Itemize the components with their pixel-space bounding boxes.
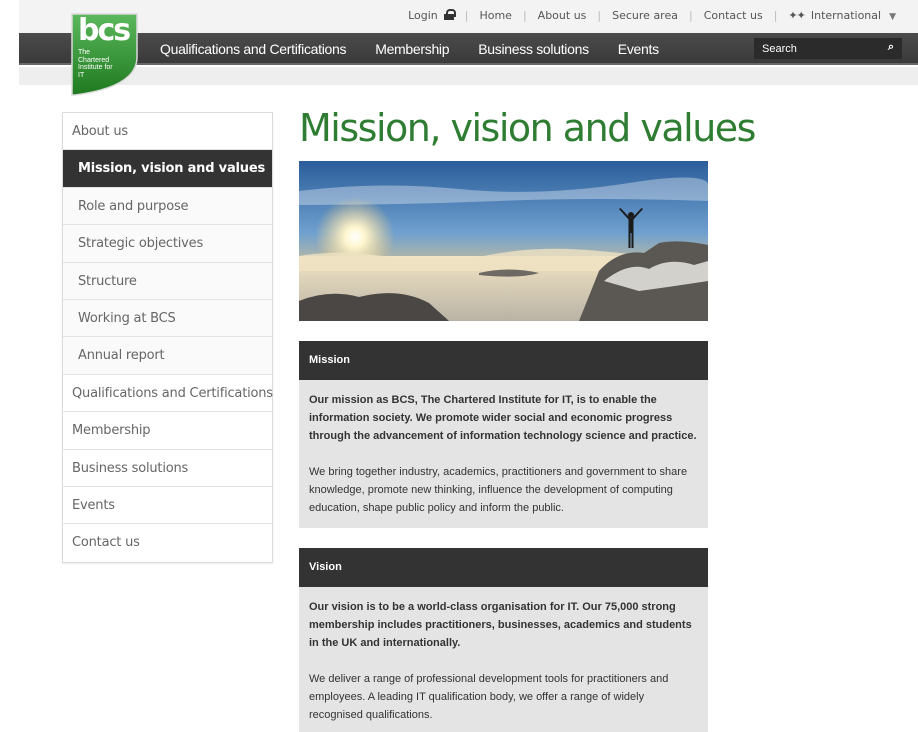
contact-us-link[interactable]: Contact us	[704, 9, 763, 22]
vision-body: Our vision is to be a world-class organi…	[299, 587, 708, 732]
utility-bar: Login | Home | About us | Secure area | …	[19, 0, 918, 33]
search-icon[interactable]: ⌕	[888, 41, 894, 54]
logo-subtitle: The Chartered Institute for IT	[78, 49, 113, 79]
about-us-link[interactable]: About us	[538, 9, 587, 22]
sidebar-item-annual-report[interactable]: Annual report	[63, 337, 272, 375]
bcs-logo[interactable]: bcs The Chartered Institute for IT	[71, 13, 138, 96]
nav-item-membership[interactable]: Membership	[375, 41, 449, 57]
mission-panel: Mission Our mission as BCS, The Chartere…	[299, 341, 708, 528]
main-navigation: Qualifications and Certifications Member…	[19, 33, 918, 65]
sidebar-item-events[interactable]: Events	[63, 487, 272, 525]
nav-items: Qualifications and Certifications Member…	[160, 41, 688, 57]
hero-image	[299, 161, 708, 321]
mission-lead-text: Our mission as BCS, The Chartered Instit…	[309, 394, 697, 442]
nav-item-business-solutions[interactable]: Business solutions	[478, 41, 589, 57]
separator: |	[688, 9, 693, 22]
nav-item-qualifications[interactable]: Qualifications and Certifications	[160, 41, 347, 57]
search-input[interactable]	[754, 38, 874, 59]
sub-bar	[19, 67, 918, 85]
login-link[interactable]: Login	[408, 9, 456, 22]
home-link[interactable]: Home	[479, 9, 511, 22]
separator: |	[773, 9, 778, 22]
sidebar-item-role-and-purpose[interactable]: Role and purpose	[63, 187, 272, 226]
international-label: International	[810, 9, 882, 22]
world-map-icon: ✦✦	[788, 9, 805, 22]
page-title: Mission, vision and values	[299, 106, 756, 150]
vision-panel: Vision Our vision is to be a world-class…	[299, 548, 708, 732]
sidebar-item-working-at-bcs[interactable]: Working at BCS	[63, 299, 272, 338]
utility-links: Login | Home | About us | Secure area | …	[408, 9, 896, 22]
sidebar-item-strategic-objectives[interactable]: Strategic objectives	[63, 225, 272, 263]
separator: |	[522, 9, 527, 22]
vision-heading: Vision	[299, 548, 708, 587]
sidebar-nav: About us Mission, vision and values Role…	[62, 112, 273, 563]
secure-area-link[interactable]: Secure area	[612, 9, 678, 22]
separator: |	[597, 9, 602, 22]
sidebar-item-membership[interactable]: Membership	[63, 412, 272, 450]
sidebar-item-structure[interactable]: Structure	[63, 262, 272, 300]
international-dropdown[interactable]: ✦✦ International ▼	[788, 9, 896, 22]
sidebar-item-contact-us[interactable]: Contact us	[63, 524, 272, 561]
login-label: Login	[408, 9, 438, 22]
mission-heading: Mission	[299, 341, 708, 380]
mission-body: Our mission as BCS, The Chartered Instit…	[299, 380, 708, 528]
mission-body-text: We bring together industry, academics, p…	[309, 466, 688, 514]
logo-wordmark: bcs	[78, 13, 131, 48]
lock-icon	[443, 9, 456, 20]
sidebar-item-mission-vision-values[interactable]: Mission, vision and values	[63, 150, 272, 188]
chevron-down-icon: ▼	[889, 12, 896, 22]
sidebar-item-business-solutions[interactable]: Business solutions	[63, 450, 272, 487]
sidebar-item-qualifications[interactable]: Qualifications and Certifications	[63, 375, 273, 413]
search-box: ⌕	[754, 38, 902, 59]
mountain-sunrise-illustration	[299, 161, 708, 321]
separator: |	[464, 9, 469, 22]
vision-lead-text: Our vision is to be a world-class organi…	[309, 601, 692, 649]
nav-item-events[interactable]: Events	[618, 41, 659, 57]
sidebar-item-about-us[interactable]: About us	[63, 113, 272, 151]
vision-body-text: We deliver a range of professional devel…	[309, 673, 669, 721]
